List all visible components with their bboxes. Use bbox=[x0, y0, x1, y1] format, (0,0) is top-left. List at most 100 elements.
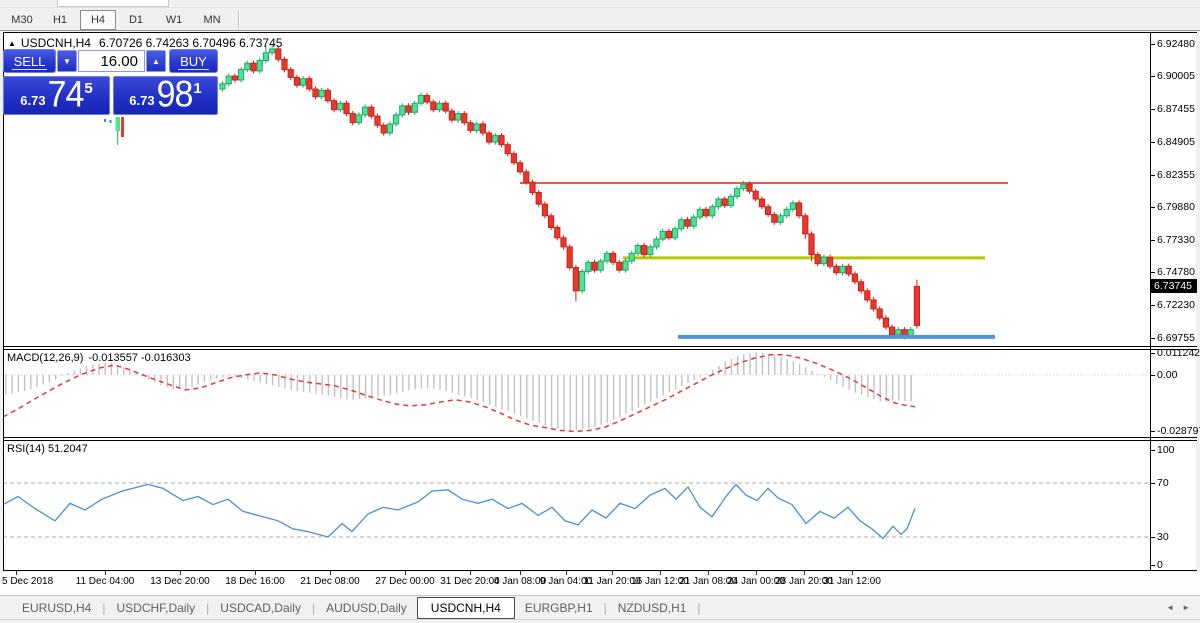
timeframe-button-m30[interactable]: M30 bbox=[4, 10, 40, 30]
candle-down bbox=[704, 209, 709, 215]
time-axis-tick bbox=[520, 571, 521, 575]
buy-price-prefix: 6.73 bbox=[129, 93, 154, 108]
rsi-separator-top[interactable] bbox=[3, 437, 1197, 438]
tab-eurusd-h4[interactable]: EURUSD,H4 bbox=[20, 598, 93, 618]
candle-down bbox=[462, 114, 467, 123]
sell-price-panel[interactable]: 6.73 74 5 bbox=[3, 76, 110, 115]
candle-up bbox=[654, 239, 659, 247]
candle-down bbox=[443, 103, 448, 111]
tab-nzdusd-h1[interactable]: NZDUSD,H1 bbox=[616, 598, 689, 618]
candle-down bbox=[772, 215, 777, 223]
candle-up bbox=[257, 61, 262, 71]
axis-tick bbox=[1150, 272, 1155, 273]
price-axis-label: 6.84905 bbox=[1157, 136, 1195, 149]
candle-down bbox=[350, 114, 355, 123]
sell-button[interactable]: SELL bbox=[3, 49, 56, 73]
sell-price-prefix: 6.73 bbox=[20, 93, 45, 108]
candle-up bbox=[735, 189, 740, 197]
buy-button[interactable]: BUY bbox=[169, 49, 218, 73]
candle-up bbox=[220, 84, 225, 89]
symbol-label: USDCNH,H4 bbox=[21, 36, 91, 50]
axis-tick bbox=[1150, 305, 1155, 306]
tab-separator: | bbox=[697, 601, 700, 615]
candle-up bbox=[673, 229, 678, 238]
candle-down bbox=[325, 90, 330, 100]
price-axis-label: 6.92480 bbox=[1157, 38, 1195, 51]
candle-up bbox=[679, 220, 684, 229]
macd-axis-label: 0.00 bbox=[1157, 369, 1177, 382]
price-axis-label: 6.74780 bbox=[1157, 266, 1195, 279]
candle-down bbox=[468, 123, 473, 131]
buy-price-main: 98 bbox=[157, 81, 193, 111]
candle-down bbox=[276, 49, 281, 59]
candle-down bbox=[505, 145, 510, 154]
tabs-scroll-right-button[interactable]: ► bbox=[1182, 603, 1190, 612]
axis-tick bbox=[1150, 431, 1155, 432]
triangle-up-icon: ▲ bbox=[152, 57, 160, 66]
candle-up bbox=[437, 103, 442, 109]
candle-up bbox=[697, 209, 702, 217]
time-axis-tick bbox=[566, 571, 567, 575]
candle-down bbox=[282, 59, 287, 69]
candle-down bbox=[294, 77, 299, 85]
candle-down bbox=[431, 102, 436, 110]
time-axis-tick bbox=[804, 571, 805, 575]
axis-tick bbox=[1150, 142, 1155, 143]
candle-down bbox=[536, 193, 541, 205]
tab-usdcad-daily[interactable]: USDCAD,Daily bbox=[218, 598, 303, 618]
toolbar-inset bbox=[57, 0, 169, 7]
chart-header: ▲USDCNH,H46.70726 6.74263 6.70496 6.7374… bbox=[8, 36, 282, 50]
buy-price-panel[interactable]: 6.73 98 1 bbox=[113, 76, 218, 115]
candle-up bbox=[226, 76, 231, 84]
tab-eurgbp-h1[interactable]: EURGBP,H1 bbox=[523, 598, 595, 618]
candle-down bbox=[722, 199, 727, 205]
one-click-trading-panel: SELL ▼ 16.00 ▲ BUY 6.73 74 5 6.73 98 1 bbox=[3, 49, 218, 115]
candle-down bbox=[877, 309, 882, 318]
tab-audusd-daily[interactable]: AUDUSD,Daily bbox=[324, 598, 409, 618]
time-axis-tick bbox=[255, 571, 256, 575]
status-bar bbox=[0, 619, 1200, 623]
volume-input[interactable]: 16.00 bbox=[78, 50, 145, 72]
rsi-separator-bottom[interactable] bbox=[3, 440, 1197, 441]
price-axis-label: 6.79880 bbox=[1157, 201, 1195, 214]
time-axis-label: 31 Dec 20:00 bbox=[440, 576, 500, 587]
candle-up bbox=[790, 203, 795, 209]
price-axis-label: 6.72230 bbox=[1157, 299, 1195, 312]
time-axis-tick bbox=[405, 571, 406, 575]
candle-up bbox=[716, 199, 721, 207]
axis-tick bbox=[1150, 483, 1155, 484]
candle-up bbox=[648, 247, 653, 255]
volume-decrease-button[interactable]: ▼ bbox=[57, 50, 77, 72]
timeframe-button-mn[interactable]: MN bbox=[194, 10, 230, 30]
candle-down bbox=[499, 136, 504, 145]
time-axis-tick bbox=[852, 571, 853, 575]
macd-separator-top[interactable] bbox=[3, 346, 1197, 347]
candle-up bbox=[301, 79, 306, 85]
timeframe-button-h1[interactable]: H1 bbox=[42, 10, 78, 30]
candle-up bbox=[598, 261, 603, 270]
time-axis-label: 27 Dec 00:00 bbox=[375, 576, 435, 587]
tab-usdcnh-h4[interactable]: USDCNH,H4 bbox=[417, 597, 515, 619]
time-axis-tick bbox=[660, 571, 661, 575]
axis-tick bbox=[1150, 44, 1155, 45]
timeframe-button-d1[interactable]: D1 bbox=[118, 10, 154, 30]
candle-up bbox=[456, 114, 461, 120]
candle-down bbox=[344, 103, 349, 113]
volume-increase-button[interactable]: ▲ bbox=[146, 50, 166, 72]
axis-tick bbox=[1150, 240, 1155, 241]
timeframe-button-h4[interactable]: H4 bbox=[80, 10, 116, 30]
candle-down bbox=[375, 116, 380, 125]
tabs-scroll-left-button[interactable]: ◄ bbox=[1166, 603, 1174, 612]
toolbar-divider bbox=[0, 30, 1200, 31]
timeframe-button-w1[interactable]: W1 bbox=[156, 10, 192, 30]
candle-up bbox=[896, 330, 901, 335]
chart-frame-top bbox=[3, 32, 1197, 33]
candle-down bbox=[852, 274, 857, 282]
rsi-axis-label: 0 bbox=[1157, 559, 1163, 572]
candle-fragment bbox=[121, 117, 124, 137]
macd-separator-bottom[interactable] bbox=[3, 349, 1197, 350]
price-axis-label: 6.77330 bbox=[1157, 234, 1195, 247]
tab-usdchf-daily[interactable]: USDCHF,Daily bbox=[114, 598, 197, 618]
time-axis-tick bbox=[708, 571, 709, 575]
axis-tick bbox=[1150, 109, 1155, 110]
